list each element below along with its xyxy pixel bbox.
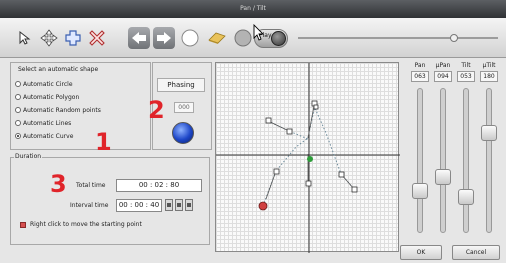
fader-track[interactable] [486,88,492,233]
speed-slider[interactable] [298,34,498,42]
fader-value[interactable]: 094 [434,71,452,82]
radio-automatic-polygon[interactable]: Automatic Polygon [15,92,79,102]
radio-automatic-lines[interactable]: Automatic Lines [15,118,71,128]
title-bar: Pan / Tilt [0,0,506,18]
fader-handle[interactable] [481,125,497,142]
radio-label: Automatic Circle [23,80,73,88]
radio-automatic-circle[interactable]: Automatic Circle [15,79,73,89]
delete-point-icon[interactable] [86,27,108,49]
fader-track[interactable] [417,88,423,233]
fader-value[interactable]: 180 [480,71,498,82]
radio-automatic-curve[interactable]: Automatic Curve [15,131,73,141]
radio-button-selected[interactable] [15,133,21,139]
hint-marker-icon [20,222,26,228]
duration-title: Duration [14,153,43,160]
cancel-button[interactable]: Cancel [452,245,500,260]
arrow-left-icon[interactable] [128,27,150,49]
ok-button[interactable]: OK [400,245,442,260]
phasing-knob[interactable] [172,122,194,144]
eraser-icon[interactable] [206,27,228,49]
interval-spin-hours[interactable] [165,199,173,211]
fader-micro-tilt: µTilt 180 [480,62,498,237]
annotation-number-2: 2 [148,96,165,124]
shape-select-group: Select an automatic shape Automatic Circ… [10,62,151,150]
speed-slider-handle[interactable] [450,34,458,42]
annotation-number-3: 3 [50,170,67,198]
radio-automatic-random-points[interactable]: Automatic Random points [15,105,101,115]
window-title: Pan / Tilt [240,5,266,12]
interval-time-label: Interval time [70,202,109,209]
phasing-value-field[interactable]: 000 [174,102,194,113]
move-point-icon[interactable] [38,27,60,49]
radio-label: Automatic Curve [23,132,74,140]
arrow-right-icon[interactable] [153,27,175,49]
fader-value[interactable]: 063 [411,71,429,82]
fader-pan: Pan 063 [411,62,429,237]
radio-button[interactable] [15,107,21,113]
fader-tilt: Tilt 053 [457,62,475,237]
hint-text: Right click to move the starting point [30,221,142,228]
radio-button[interactable] [15,120,21,126]
interval-time-field[interactable]: 00 : 00 : 40 [116,199,162,212]
select-arrow-icon[interactable] [14,27,36,49]
fader-value[interactable]: 053 [457,71,475,82]
record-icon[interactable] [232,27,254,49]
interval-spin-seconds[interactable] [185,199,193,211]
phasing-label: Phasing [157,78,205,92]
fader-handle[interactable] [458,188,474,205]
total-time-field[interactable]: 00 : 02 : 80 [116,179,202,192]
fader-handle[interactable] [435,169,451,186]
total-time-label: Total time [76,182,106,189]
fader-handle[interactable] [412,183,428,200]
fader-micro-pan: µPan 094 [434,62,452,237]
fader-track[interactable] [440,88,446,233]
circle-shape-icon[interactable] [179,27,201,49]
radio-button[interactable] [15,81,21,87]
shape-group-title: Select an automatic shape [17,66,100,73]
mouse-cursor-icon [253,24,265,41]
radio-label: Automatic Polygon [23,93,80,101]
pan-tilt-canvas[interactable] [215,62,400,253]
radio-button[interactable] [15,94,21,100]
play-icon [271,31,286,46]
fader-track[interactable] [463,88,469,233]
curve-path-svg [216,63,400,253]
radio-label: Automatic Random points [23,106,101,114]
fader-panel: Pan 063 µPan 094 Tilt 053 µTilt 180 [401,62,506,263]
interval-spin-minutes[interactable] [175,199,183,211]
radio-label: Automatic Lines [23,119,72,127]
annotation-number-1: 1 [95,128,112,156]
fader-label: µTilt [482,62,496,69]
add-point-icon[interactable] [62,27,84,49]
